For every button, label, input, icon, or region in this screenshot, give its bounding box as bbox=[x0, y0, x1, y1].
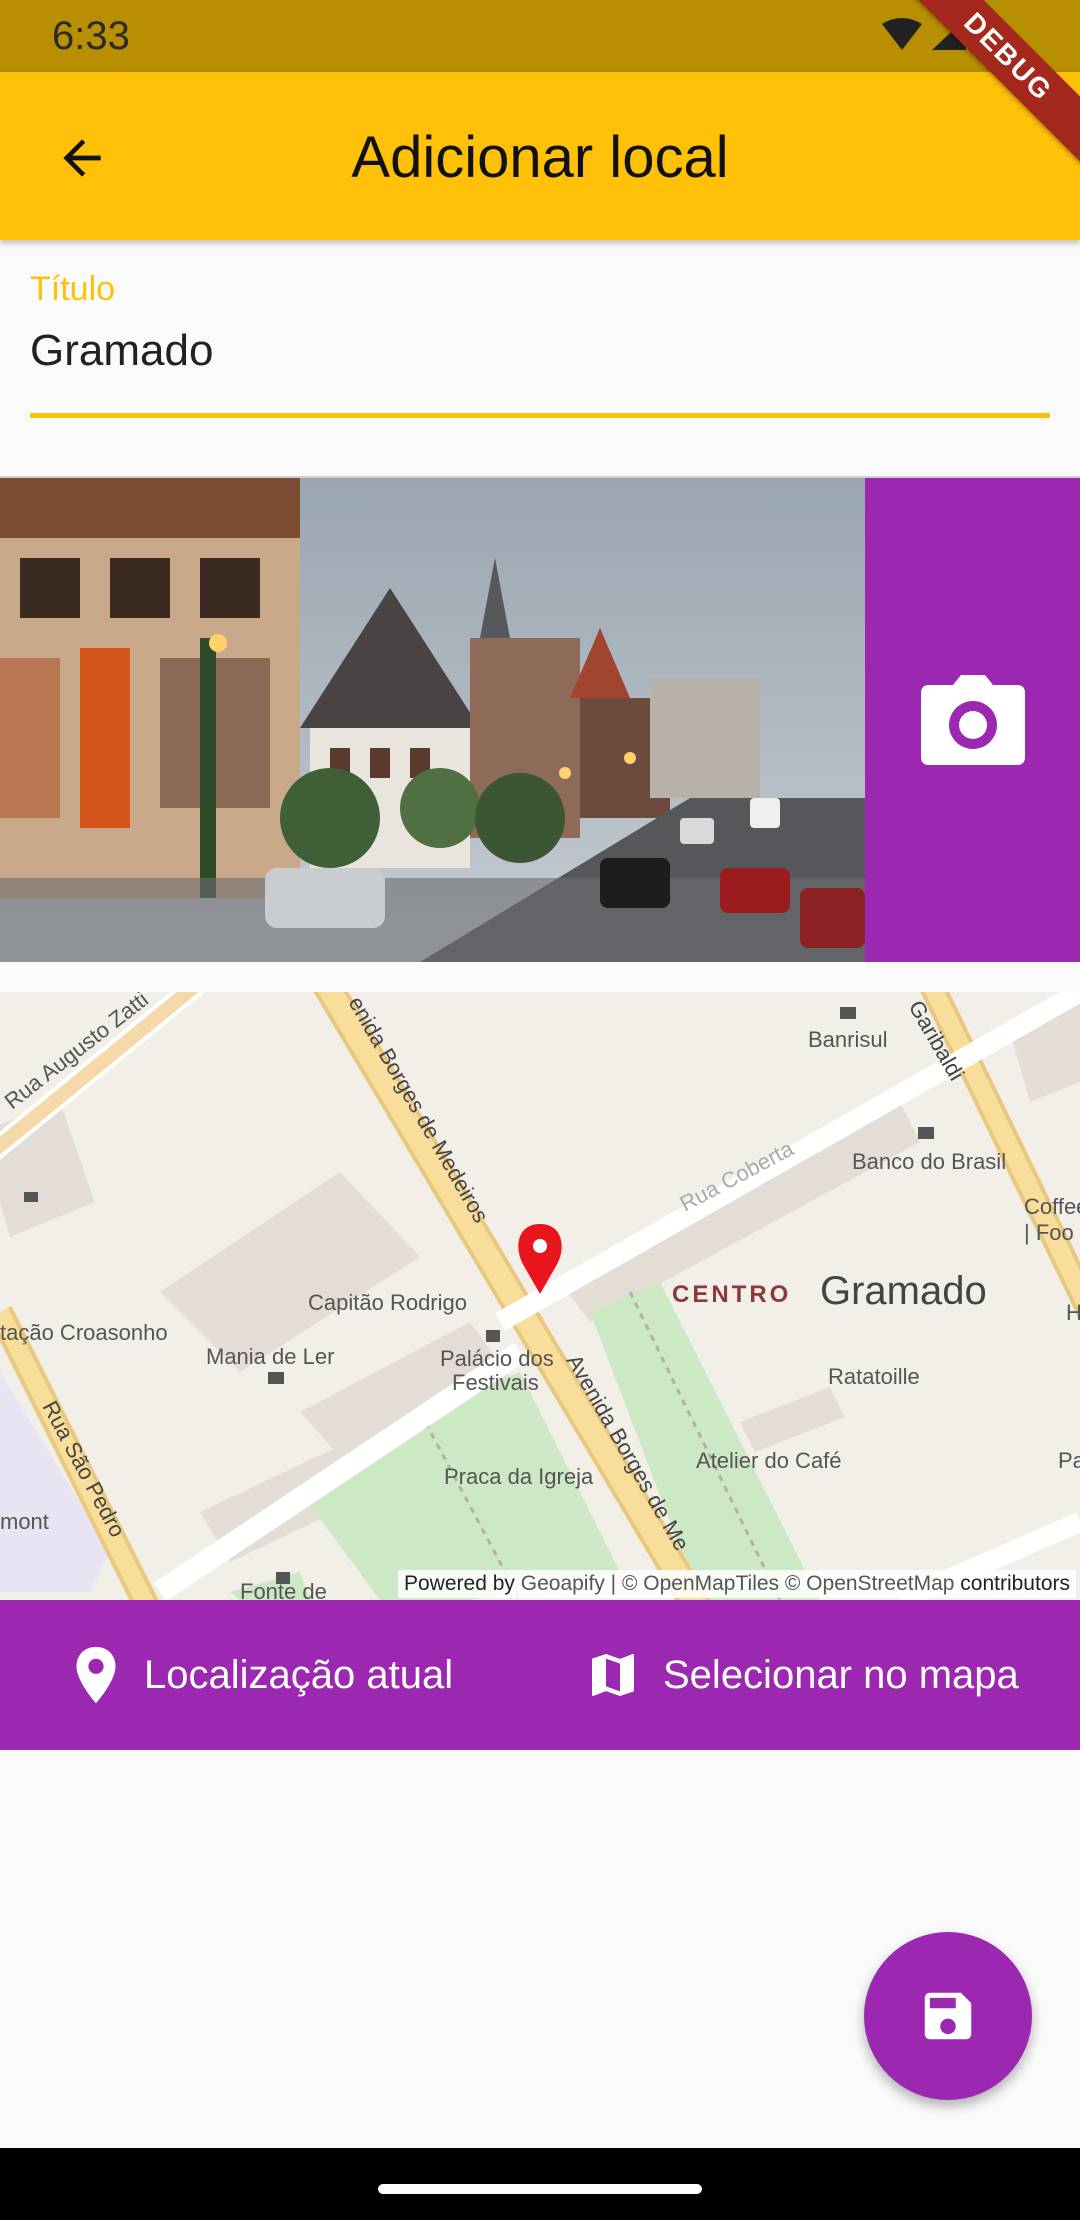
app-bar: Adicionar local bbox=[0, 72, 1080, 240]
save-icon bbox=[924, 1992, 972, 2040]
save-button[interactable] bbox=[864, 1932, 1032, 2100]
map-preview[interactable]: Rua Augusto Zatti enida Borges de Medeir… bbox=[0, 992, 1080, 1600]
status-bar: 6:33 bbox=[0, 0, 1080, 72]
select-on-map-label: Selecionar no mapa bbox=[663, 1652, 1019, 1697]
title-field[interactable]: Gramado bbox=[30, 326, 1050, 376]
map-label: Coffee bbox=[1024, 1194, 1080, 1219]
wifi-icon bbox=[882, 18, 922, 50]
camera-icon bbox=[920, 675, 1025, 765]
map-label: Capitão Rodrigo bbox=[308, 1290, 467, 1315]
map-label: Praca da Igreja bbox=[444, 1464, 594, 1489]
map-label: | Foo bbox=[1024, 1220, 1074, 1245]
map-label: Mania de Ler bbox=[206, 1344, 334, 1369]
map-attribution: Powered by Geoapify | © OpenMapTiles © O… bbox=[398, 1570, 1076, 1598]
title-field-label: Título bbox=[30, 270, 116, 308]
map-label: H bbox=[1066, 1300, 1080, 1325]
map-label: Fonte de bbox=[240, 1579, 327, 1600]
map-label: Ratatoille bbox=[828, 1364, 920, 1389]
map-label: CENTRO bbox=[672, 1281, 791, 1308]
map-label: Banco do Brasil bbox=[852, 1149, 1006, 1174]
location-pin-icon bbox=[70, 1644, 122, 1706]
title-field-underline bbox=[30, 413, 1050, 418]
map-label: Banrisul bbox=[808, 1027, 887, 1052]
select-on-map-button[interactable]: Selecionar no mapa bbox=[585, 1600, 1019, 1750]
home-handle[interactable] bbox=[378, 2184, 702, 2194]
map-label: mont bbox=[0, 1509, 49, 1534]
status-time: 6:33 bbox=[52, 14, 130, 58]
map-label: tação Croasonho bbox=[0, 1320, 168, 1345]
map-icon bbox=[585, 1647, 641, 1703]
camera-button[interactable] bbox=[865, 478, 1080, 962]
current-location-button[interactable]: Localização atual bbox=[70, 1600, 453, 1750]
map-label: Atelier do Café bbox=[696, 1448, 842, 1473]
map-label: Festivais bbox=[452, 1370, 539, 1395]
place-photo bbox=[0, 478, 865, 962]
current-location-label: Localização atual bbox=[144, 1652, 454, 1697]
map-label: Palácio dos bbox=[440, 1346, 554, 1371]
page-title: Adicionar local bbox=[351, 125, 729, 190]
map-label: Pa bbox=[1058, 1448, 1080, 1473]
map-label: Gramado bbox=[820, 1269, 987, 1313]
system-nav-bar bbox=[0, 2148, 1080, 2220]
location-actions: Localização atual Selecionar no mapa bbox=[0, 1600, 1080, 1750]
